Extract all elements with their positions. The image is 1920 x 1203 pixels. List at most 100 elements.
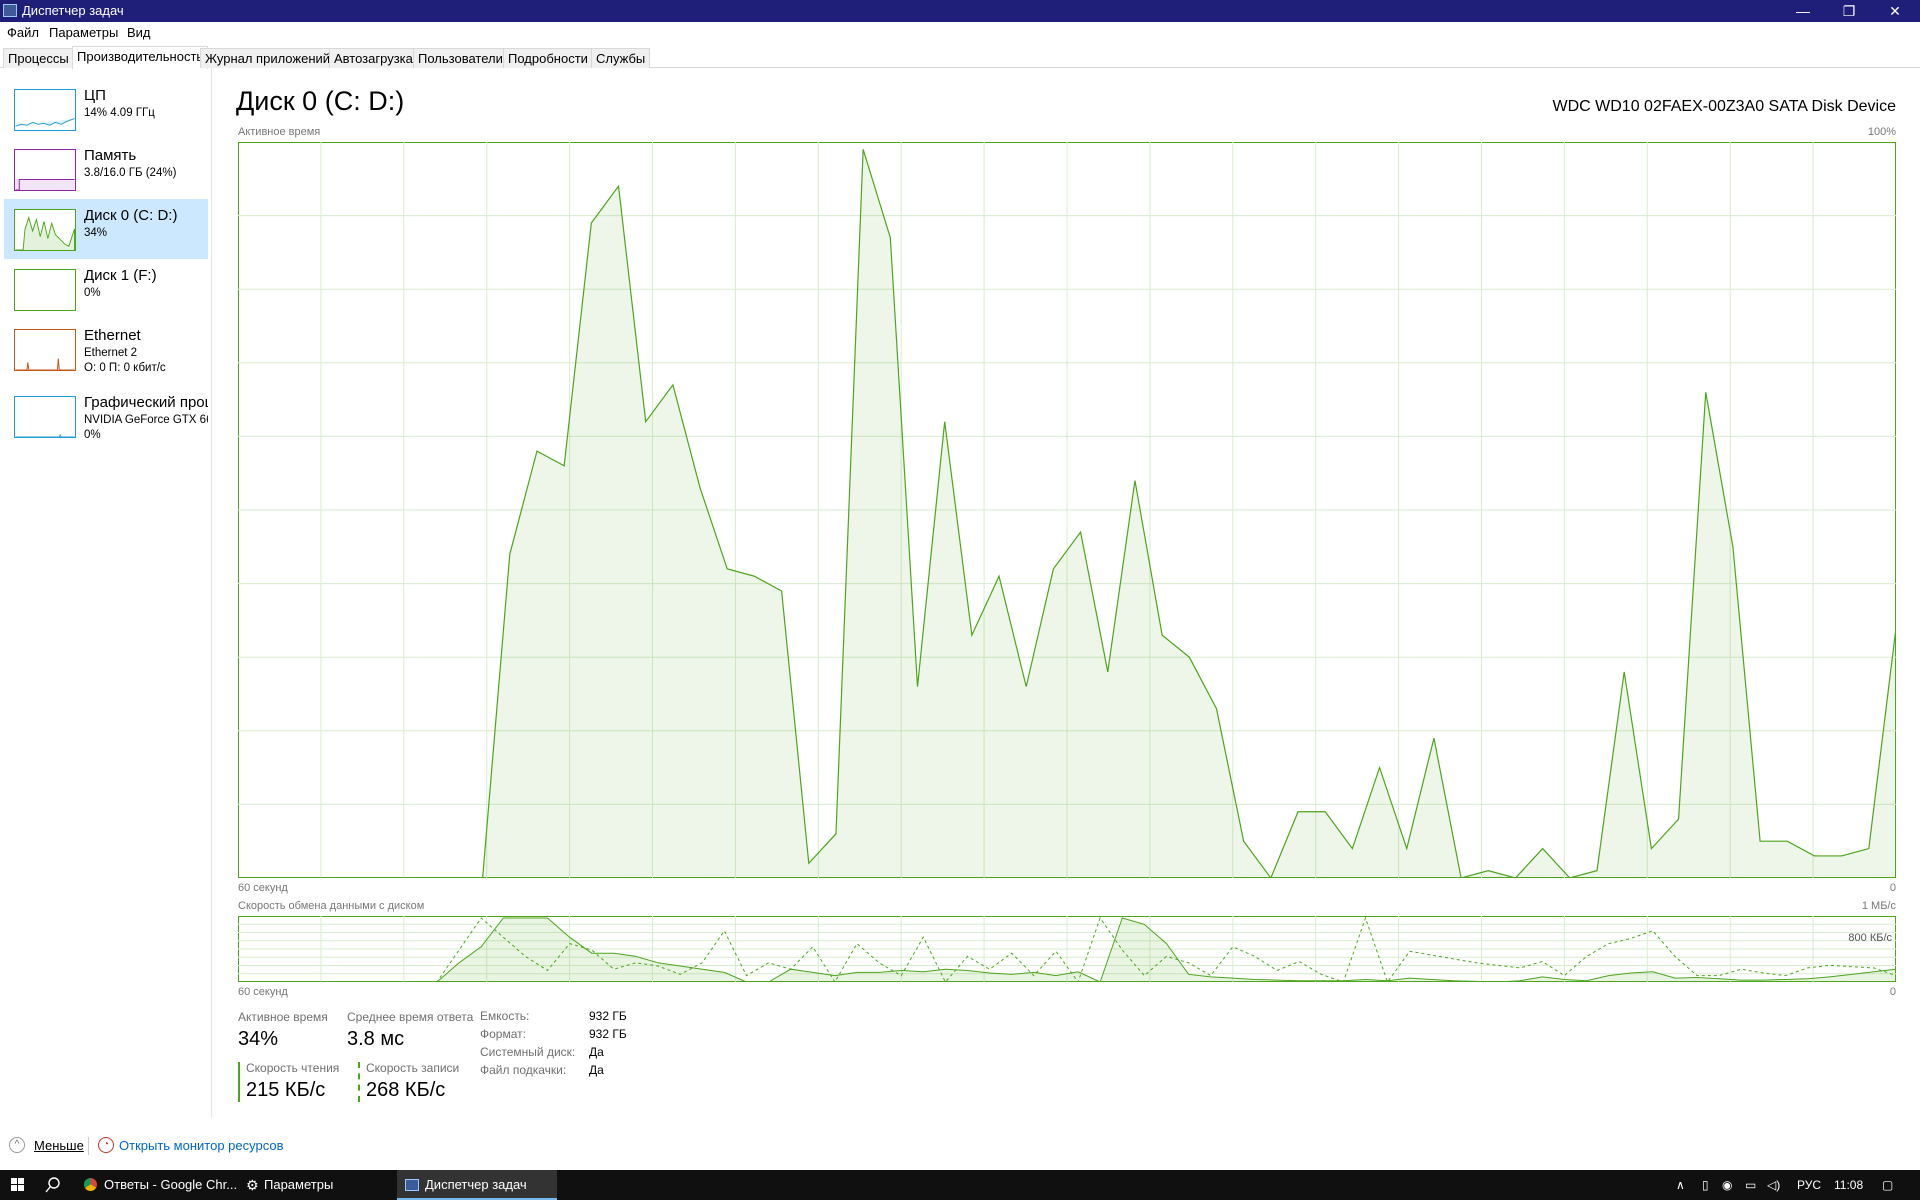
capacity-value: 932 ГБ bbox=[589, 1009, 627, 1023]
taskbar-app-label: Диспетчер задач bbox=[425, 1177, 527, 1192]
pagefile-value: Да bbox=[589, 1063, 604, 1077]
tab-performance[interactable]: Производительность bbox=[72, 46, 209, 69]
system-disk-value: Да bbox=[589, 1045, 604, 1059]
active-time-graph-label: Активное время bbox=[238, 126, 321, 138]
menu-file[interactable]: Файл bbox=[7, 25, 39, 40]
sidebar-item-detail: 34% bbox=[84, 227, 108, 239]
page-title: Диск 0 (C: D:) bbox=[236, 86, 405, 116]
task-manager-icon bbox=[3, 4, 17, 17]
sidebar-item-detail: О: 0 П: 0 кбит/с bbox=[84, 362, 166, 374]
menu-view[interactable]: Вид bbox=[127, 25, 151, 40]
active-time-graph bbox=[238, 142, 1896, 878]
transfer-min-label: 0 bbox=[1889, 986, 1896, 998]
transfer-duration-label: 60 секунд bbox=[238, 986, 288, 998]
memory-thumbnail-graph bbox=[14, 149, 76, 191]
tab-details[interactable]: Подробности bbox=[503, 48, 593, 68]
sidebar-item-ethernet[interactable]: Ethernet Ethernet 2 О: 0 П: 0 кбит/с bbox=[4, 319, 208, 379]
sidebar-item-label: Память bbox=[84, 147, 137, 164]
tab-bar: Процессы Производительность Журнал прило… bbox=[0, 46, 1920, 69]
chrome-icon bbox=[84, 1178, 97, 1191]
taskbar-app-chrome[interactable]: Ответы - Google Chr... bbox=[80, 1170, 237, 1200]
taskbar-app-task-manager[interactable]: Диспетчер задач bbox=[397, 1170, 557, 1200]
task-manager-icon bbox=[405, 1179, 419, 1191]
active-time-max-label: 100% bbox=[1867, 126, 1896, 138]
read-speed-indicator bbox=[238, 1062, 240, 1102]
taskbar: Ответы - Google Chr... ⚙ Параметры Диспе… bbox=[0, 1170, 1920, 1200]
gear-icon: ⚙ bbox=[246, 1177, 259, 1193]
read-speed-label: Скорость чтения bbox=[246, 1061, 340, 1075]
volume-icon[interactable]: ◁) bbox=[1767, 1170, 1780, 1200]
sidebar-item-detail: NVIDIA GeForce GTX 660 bbox=[84, 414, 208, 426]
write-speed-indicator bbox=[358, 1062, 360, 1102]
transfer-scale-label: 800 КБ/с bbox=[1848, 932, 1892, 944]
sidebar-item-detail: 3.8/16.0 ГБ (24%) bbox=[84, 167, 177, 179]
language-indicator[interactable]: РУС bbox=[1797, 1170, 1821, 1200]
sidebar-item-detail: Ethernet 2 bbox=[84, 347, 138, 359]
sidebar-item-label: Диск 0 (C: D:) bbox=[84, 207, 178, 224]
fewer-details-button[interactable]: Меньше bbox=[34, 1138, 84, 1153]
usb-icon[interactable]: ▯ bbox=[1702, 1170, 1709, 1200]
sidebar-item-label: Ethernet bbox=[84, 327, 141, 344]
pagefile-label: Файл подкачки: bbox=[480, 1063, 567, 1077]
network-icon[interactable]: ▭ bbox=[1745, 1170, 1756, 1200]
tab-startup[interactable]: Автозагрузка bbox=[329, 48, 418, 68]
open-resource-monitor-link[interactable]: Открыть монитор ресурсов bbox=[119, 1138, 283, 1153]
window-title: Диспетчер задач bbox=[22, 3, 124, 18]
notification-icon[interactable]: ▢ bbox=[1882, 1170, 1893, 1200]
divider bbox=[88, 1137, 89, 1155]
sidebar-item-cpu[interactable]: ЦП 14% 4.09 ГГц bbox=[4, 79, 208, 139]
chevron-up-icon[interactable]: ^ bbox=[9, 1137, 25, 1153]
title-bar: Диспетчер задач — ❐ ✕ bbox=[0, 0, 1920, 22]
sidebar-item-label: ЦП bbox=[84, 87, 106, 104]
taskbar-app-label: Параметры bbox=[264, 1177, 334, 1192]
transfer-max-label: 1 МБ/с bbox=[1861, 900, 1896, 912]
tab-app-history[interactable]: Журнал приложений bbox=[200, 48, 336, 68]
minimize-button[interactable]: — bbox=[1780, 0, 1826, 22]
format-value: 932 ГБ bbox=[589, 1027, 627, 1041]
clock[interactable]: 11:08 bbox=[1834, 1170, 1863, 1200]
tab-processes[interactable]: Процессы bbox=[3, 48, 74, 68]
active-time-duration-label: 60 секунд bbox=[238, 882, 288, 894]
system-disk-label: Системный диск: bbox=[480, 1045, 576, 1059]
resource-monitor-icon: ◔ bbox=[98, 1137, 114, 1153]
response-time-value: 3.8 мс bbox=[347, 1028, 405, 1050]
sidebar-item-detail: 0% bbox=[84, 429, 101, 441]
cpu-thumbnail-graph bbox=[14, 89, 76, 131]
search-button[interactable] bbox=[38, 1170, 68, 1200]
ethernet-thumbnail-graph bbox=[14, 329, 76, 371]
read-speed-value: 215 КБ/с bbox=[246, 1079, 326, 1101]
active-time-min-label: 0 bbox=[1889, 882, 1896, 894]
active-time-stat-value: 34% bbox=[238, 1028, 279, 1050]
resource-sidebar: ЦП 14% 4.09 ГГц Память 3.8/16.0 ГБ (24%)… bbox=[0, 68, 212, 1118]
disk1-thumbnail-graph bbox=[14, 269, 76, 311]
menu-options[interactable]: Параметры bbox=[49, 25, 118, 40]
sidebar-item-detail: 0% bbox=[84, 287, 101, 299]
taskbar-app-settings[interactable]: ⚙ Параметры bbox=[240, 1170, 390, 1200]
show-hidden-icons-chevron[interactable]: ∧ bbox=[1676, 1170, 1685, 1200]
sidebar-item-label: Диск 1 (F:) bbox=[84, 267, 157, 284]
sidebar-item-disk1[interactable]: Диск 1 (F:) 0% bbox=[4, 259, 208, 319]
close-button[interactable]: ✕ bbox=[1872, 0, 1918, 22]
search-icon bbox=[45, 1177, 60, 1193]
sidebar-item-disk0[interactable]: Диск 0 (C: D:) 34% bbox=[4, 199, 208, 259]
taskbar-app-label: Ответы - Google Chr... bbox=[104, 1177, 238, 1192]
transfer-rate-graph bbox=[238, 916, 1896, 982]
gpu-thumbnail-graph bbox=[14, 396, 76, 438]
capacity-label: Емкость: bbox=[480, 1009, 530, 1023]
sidebar-item-memory[interactable]: Память 3.8/16.0 ГБ (24%) bbox=[4, 139, 208, 199]
device-name: WDC WD10 02FAEX-00Z3A0 SATA Disk Device bbox=[1552, 98, 1896, 115]
windows-logo-icon bbox=[11, 1178, 24, 1191]
restore-button[interactable]: ❐ bbox=[1826, 0, 1872, 22]
write-speed-label: Скорость записи bbox=[366, 1061, 460, 1075]
steam-icon[interactable]: ◉ bbox=[1722, 1170, 1732, 1200]
tab-services[interactable]: Службы bbox=[591, 48, 651, 68]
response-time-label: Среднее время ответа bbox=[347, 1010, 474, 1024]
transfer-graph-label: Скорость обмена данными с диском bbox=[238, 900, 425, 912]
disk0-thumbnail-graph bbox=[14, 209, 76, 251]
tab-users[interactable]: Пользователи bbox=[413, 48, 508, 68]
active-time-stat-label: Активное время bbox=[238, 1010, 328, 1024]
sidebar-item-detail: 14% 4.09 ГГц bbox=[84, 107, 155, 119]
start-button[interactable] bbox=[0, 1170, 36, 1200]
format-label: Формат: bbox=[480, 1027, 526, 1041]
sidebar-item-gpu[interactable]: Графический процессор 0 NVIDIA GeForce G… bbox=[4, 386, 208, 446]
